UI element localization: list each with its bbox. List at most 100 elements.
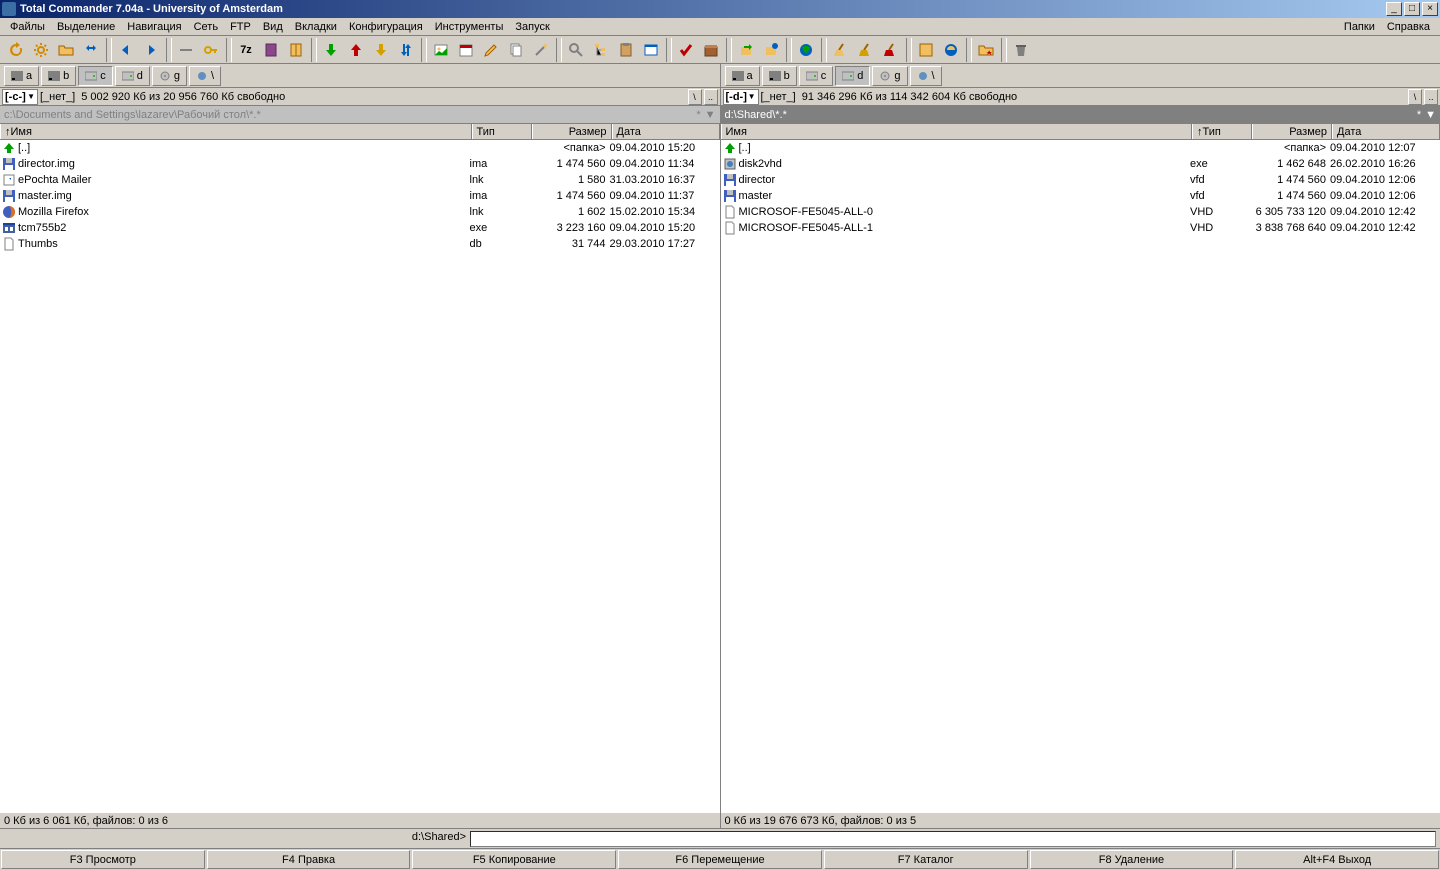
left-drive-b[interactable]: b	[41, 66, 76, 86]
menu-справка[interactable]: Справка	[1381, 20, 1436, 34]
app1-icon[interactable]	[914, 38, 938, 62]
right-drive-b[interactable]: b	[762, 66, 797, 86]
right-file-row[interactable]: MICROSOF-FE5045-ALL-1VHD3 838 768 64009.…	[721, 220, 1440, 236]
gear-icon[interactable]	[29, 38, 53, 62]
calendar-icon[interactable]	[454, 38, 478, 62]
menu-вкладки[interactable]: Вкладки	[289, 20, 343, 34]
globe-icon[interactable]	[794, 38, 818, 62]
forward-icon[interactable]	[139, 38, 163, 62]
image-icon[interactable]	[429, 38, 453, 62]
right-col-name[interactable]: Имя	[721, 124, 1193, 139]
left-pathbar[interactable]: c:\Documents and Settings\lazarev\Рабочи…	[0, 106, 720, 124]
left-drive-a[interactable]: a	[4, 66, 39, 86]
box-green-icon[interactable]	[734, 38, 758, 62]
sort-icon[interactable]	[394, 38, 418, 62]
menu-конфигурация[interactable]: Конфигурация	[343, 20, 429, 34]
right-drive-g[interactable]: g	[872, 66, 907, 86]
left-history-icon[interactable]: ▼	[705, 109, 716, 121]
minimize-button[interactable]: _	[1386, 2, 1402, 16]
check-icon[interactable]	[674, 38, 698, 62]
right-file-row[interactable]: disk2vhdexe1 462 64826.02.2010 16:26	[721, 156, 1440, 172]
fn-button[interactable]: F3 Просмотр	[1, 850, 205, 869]
back-icon[interactable]	[114, 38, 138, 62]
left-up-button[interactable]: ..	[704, 89, 718, 105]
left-file-row[interactable]: Mozilla Firefoxlnk1 60215.02.2010 15:34	[0, 204, 720, 220]
left-fav-icon[interactable]: *	[692, 109, 704, 121]
maximize-button[interactable]: □	[1404, 2, 1420, 16]
fn-button[interactable]: F5 Копирование	[412, 850, 616, 869]
left-drive-g[interactable]: g	[152, 66, 187, 86]
right-col-date[interactable]: Дата	[1332, 124, 1440, 139]
left-file-row[interactable]: master.imgima1 474 56009.04.2010 11:37	[0, 188, 720, 204]
right-pathbar[interactable]: d:\Shared\*.* * ▼	[721, 106, 1440, 124]
left-file-row[interactable]: director.imgima1 474 56009.04.2010 11:34	[0, 156, 720, 172]
broom2-icon[interactable]	[854, 38, 878, 62]
left-root-button[interactable]: \	[688, 89, 702, 105]
key-icon[interactable]	[199, 38, 223, 62]
left-drive-c[interactable]: c	[78, 66, 113, 86]
left-file-row[interactable]: ePochta Mailerlnk1 58031.03.2010 16:37	[0, 172, 720, 188]
left-drive-network[interactable]: \	[189, 66, 221, 86]
menu-запуск[interactable]: Запуск	[509, 20, 555, 34]
trash-icon[interactable]	[1009, 38, 1033, 62]
red-up-icon[interactable]	[344, 38, 368, 62]
command-input[interactable]	[470, 831, 1436, 847]
fn-button[interactable]: F8 Удаление	[1030, 850, 1234, 869]
left-filelist[interactable]: [..]<папка>09.04.2010 15:20director.imgi…	[0, 140, 720, 812]
7z-icon[interactable]: 7z	[234, 38, 258, 62]
left-drive-d[interactable]: d	[115, 66, 150, 86]
menu-вид[interactable]: Вид	[257, 20, 289, 34]
menu-папки[interactable]: Папки	[1338, 20, 1381, 34]
menu-ftp[interactable]: FTP	[224, 20, 257, 34]
tree-icon[interactable]	[589, 38, 613, 62]
right-file-row[interactable]: [..]<папка>09.04.2010 12:07	[721, 140, 1440, 156]
open-icon[interactable]	[54, 38, 78, 62]
left-col-name[interactable]: ↑Имя	[0, 124, 472, 139]
folder-fav-icon[interactable]	[974, 38, 998, 62]
right-fav-icon[interactable]: *	[1413, 109, 1425, 121]
archive-icon[interactable]	[699, 38, 723, 62]
tool-icon[interactable]	[174, 38, 198, 62]
left-col-size[interactable]: Размер	[532, 124, 612, 139]
right-history-icon[interactable]: ▼	[1425, 109, 1436, 121]
copy-icon[interactable]	[504, 38, 528, 62]
arrows-icon[interactable]	[79, 38, 103, 62]
fn-button[interactable]: F6 Перемещение	[618, 850, 822, 869]
menu-инструменты[interactable]: Инструменты	[429, 20, 510, 34]
refresh-icon[interactable]	[4, 38, 28, 62]
right-drive-d[interactable]: d	[835, 66, 870, 86]
wand-icon[interactable]	[529, 38, 553, 62]
right-root-button[interactable]: \	[1408, 89, 1422, 105]
search-icon[interactable]	[564, 38, 588, 62]
clipboard-icon[interactable]	[614, 38, 638, 62]
menu-файлы[interactable]: Файлы	[4, 20, 51, 34]
right-file-row[interactable]: directorvfd1 474 56009.04.2010 12:06	[721, 172, 1440, 188]
right-drive-a[interactable]: a	[725, 66, 760, 86]
fn-button[interactable]: F7 Каталог	[824, 850, 1028, 869]
right-drive-c[interactable]: c	[799, 66, 834, 86]
right-drive-network[interactable]: \	[910, 66, 942, 86]
fn-button[interactable]: F4 Правка	[207, 850, 411, 869]
left-col-type[interactable]: Тип	[472, 124, 532, 139]
menu-навигация[interactable]: Навигация	[121, 20, 187, 34]
right-drive-select[interactable]: [-d-]▼	[723, 89, 759, 105]
rar-icon[interactable]	[259, 38, 283, 62]
right-col-size[interactable]: Размер	[1252, 124, 1332, 139]
ie-icon[interactable]	[939, 38, 963, 62]
right-col-type[interactable]: ↑Тип	[1192, 124, 1252, 139]
right-file-row[interactable]: MICROSOF-FE5045-ALL-0VHD6 305 733 12009.…	[721, 204, 1440, 220]
right-file-row[interactable]: mastervfd1 474 56009.04.2010 12:06	[721, 188, 1440, 204]
left-drive-select[interactable]: [-c-]▼	[2, 89, 38, 105]
broom3-icon[interactable]	[879, 38, 903, 62]
close-button[interactable]: ×	[1422, 2, 1438, 16]
right-filelist[interactable]: [..]<папка>09.04.2010 12:07disk2vhdexe1 …	[721, 140, 1440, 812]
edit-icon[interactable]	[479, 38, 503, 62]
fn-button[interactable]: Alt+F4 Выход	[1235, 850, 1439, 869]
right-up-button[interactable]: ..	[1424, 89, 1438, 105]
window-icon[interactable]	[639, 38, 663, 62]
zip-icon[interactable]	[284, 38, 308, 62]
menu-сеть[interactable]: Сеть	[188, 20, 224, 34]
menu-выделение[interactable]: Выделение	[51, 20, 121, 34]
left-col-date[interactable]: Дата	[612, 124, 720, 139]
left-file-row[interactable]: [..]<папка>09.04.2010 15:20	[0, 140, 720, 156]
